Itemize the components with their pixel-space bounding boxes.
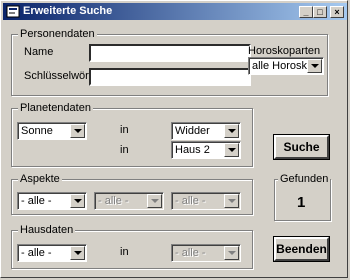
haus-first-value: - alle - [21,247,52,259]
chevron-down-icon [224,194,239,208]
aspekte-legend: Aspekte [18,173,62,186]
planetendaten-group: Planetendaten Sonne in Widder in Haus 2 [11,102,253,167]
in-label-sign: in [120,124,129,136]
chevron-down-icon[interactable] [70,194,85,208]
hausdaten-legend: Hausdaten [18,224,76,237]
keywords-input[interactable] [89,68,251,86]
aspect-second-value: - alle - [98,195,129,207]
gefunden-group: Gefunden 1 [274,173,331,221]
planet-select[interactable]: Sonne [17,122,87,140]
window-title: Erweiterte Suche [23,5,113,17]
aspect-first-value: - alle - [21,195,52,207]
chevron-down-icon [224,246,239,260]
name-input[interactable] [89,44,251,62]
planet-value: Sonne [21,125,53,137]
planetendaten-legend: Planetendaten [18,102,93,115]
chevron-down-icon[interactable] [307,59,322,73]
exit-button[interactable]: Beenden [274,237,329,261]
house-select[interactable]: Haus 2 [171,141,241,159]
app-icon [6,5,20,18]
house-value: Haus 2 [175,144,210,156]
haus-first-select[interactable]: - alle - [17,244,87,262]
minimize-button[interactable]: _ [299,6,313,18]
personendaten-group: Personendaten Name Schlüsselwörter Horos… [11,28,328,96]
aspect-third-value: - alle - [175,195,206,207]
in-label-house: in [120,144,129,156]
aspect-second-select: - alle - [94,192,164,210]
aspekte-group: Aspekte - alle - - alle - - alle - [11,173,253,215]
result-count: 1 [297,194,306,211]
chevron-down-icon [147,194,162,208]
sign-select[interactable]: Widder [171,122,241,140]
horoskoparten-select[interactable]: alle Horoskopar [248,57,324,75]
horoskoparten-value: alle Horoskopar [252,60,307,72]
search-window: Erweiterte Suche _ □ × Personendaten Nam… [0,0,348,278]
close-button[interactable]: × [330,6,344,18]
haus-second-value: - alle - [175,247,206,259]
chevron-down-icon[interactable] [224,143,239,157]
chevron-down-icon[interactable] [70,124,85,138]
gefunden-legend: Gefunden [278,173,331,186]
aspect-third-select: - alle - [171,192,241,210]
in-label-haus: in [120,246,129,258]
aspect-first-select[interactable]: - alle - [17,192,87,210]
personendaten-legend: Personendaten [18,28,97,41]
haus-second-select: - alle - [171,244,241,262]
title-bar[interactable]: Erweiterte Suche _ □ × [3,3,347,20]
name-label: Name [24,46,54,58]
search-button[interactable]: Suche [274,135,329,159]
chevron-down-icon[interactable] [70,246,85,260]
sign-value: Widder [175,125,210,137]
hausdaten-group: Hausdaten - alle - in - alle - [11,224,253,269]
maximize-button[interactable]: □ [313,6,327,18]
chevron-down-icon[interactable] [224,124,239,138]
